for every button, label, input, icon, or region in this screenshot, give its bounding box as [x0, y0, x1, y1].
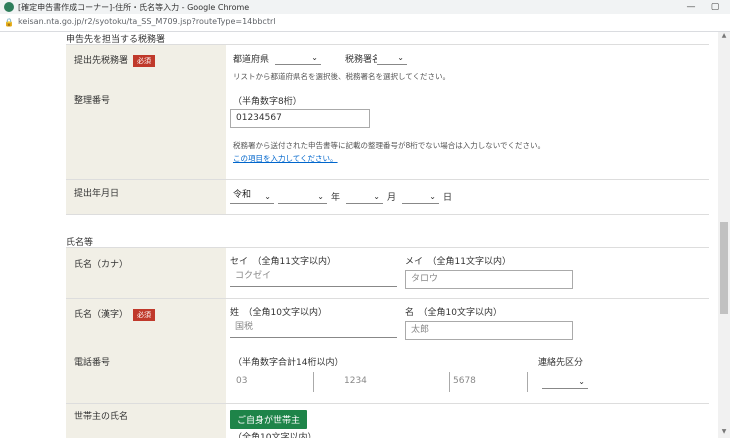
name-kanji-label: 氏名（漢字） 必須 [74, 307, 156, 321]
prefecture-select[interactable]: ⌄ [275, 48, 321, 65]
vertical-scrollbar[interactable]: ▲ ▼ [718, 32, 730, 438]
chevron-down-icon: ⌄ [264, 192, 271, 201]
phone-hint: （半角数字合計14桁以内） [233, 358, 344, 368]
label-column-tax-office: 提出先税務署 必須 整理番号 [66, 45, 226, 179]
ref-number-hint: （半角数字8桁） [233, 97, 302, 107]
sei-kana-input[interactable]: コクゼイ [230, 268, 397, 287]
chevron-down-icon: ⌄ [429, 192, 436, 201]
month-select[interactable]: ⌄ [346, 187, 383, 204]
divider [449, 372, 450, 392]
minimize-button[interactable]: — [680, 0, 702, 14]
prefecture-label: 都道府県 [233, 55, 270, 65]
phone3-input[interactable]: 5678 [453, 376, 476, 386]
label-column-date: 提出年月日 [66, 180, 226, 214]
scroll-down-icon[interactable]: ▼ [718, 428, 730, 438]
contact-type-select[interactable]: ⌄ [542, 372, 588, 389]
phone2-input[interactable]: 1234 [344, 376, 367, 386]
year-select[interactable]: ⌄ [278, 187, 327, 204]
required-badge: 必須 [133, 54, 156, 67]
chevron-down-icon: ⌄ [373, 192, 380, 201]
mei-label: 名 （全角10文字以内） [405, 308, 502, 318]
site-favicon-icon [4, 2, 14, 12]
chevron-down-icon: ⌄ [397, 53, 404, 62]
divider [66, 214, 709, 215]
chevron-down-icon: ⌄ [311, 53, 318, 62]
label-column-phone: 電話番号 [66, 349, 226, 403]
household-head-hint: （全角10文字以内） [233, 433, 317, 438]
lock-icon: 🔒 [4, 18, 14, 27]
tax-office-label: 提出先税務署 必須 [74, 53, 156, 67]
self-is-head-button[interactable]: ご自身が世帯主 [230, 410, 308, 429]
mei-kana-input[interactable]: タロウ [405, 270, 573, 289]
mei-kana-label: メイ （全角11文字以内） [405, 257, 511, 267]
ref-number-label: 整理番号 [74, 96, 111, 106]
required-badge: 必須 [133, 308, 156, 321]
tax-office-select[interactable]: ⌄ [377, 48, 407, 65]
name-kana-label: 氏名（カナ） [74, 260, 129, 270]
month-unit: 月 [387, 193, 397, 203]
ref-number-input[interactable]: 01234567 [230, 109, 370, 128]
chevron-down-icon: ⌄ [317, 192, 324, 201]
window-title: [確定申告書作成コーナー]-住所・氏名等入力 - Google Chrome [18, 2, 250, 12]
submit-date-label: 提出年月日 [74, 189, 120, 199]
label-column-kanji: 氏名（漢字） 必須 [66, 299, 226, 349]
divider [527, 372, 528, 392]
year-unit: 年 [331, 193, 341, 203]
era-select[interactable]: 令和 ⌄ [230, 187, 274, 204]
household-head-label: 世帯主の氏名 [74, 412, 129, 422]
contact-type-label: 連絡先区分 [538, 358, 584, 368]
chevron-down-icon: ⌄ [578, 377, 585, 386]
window-titlebar: [確定申告書作成コーナー]-住所・氏名等入力 - Google Chrome —… [0, 0, 730, 14]
tax-office-name-label: 税務署名 [345, 55, 382, 65]
day-select[interactable]: ⌄ [402, 187, 439, 204]
sei-label: 姓 （全角10文字以内） [230, 308, 327, 318]
scrollbar-thumb[interactable] [720, 222, 728, 314]
era-value: 令和 [233, 190, 252, 200]
phone-label: 電話番号 [74, 358, 111, 368]
ref-number-link[interactable]: この項目を入力してください。 [233, 153, 338, 164]
label-column-head: 世帯主の氏名 [66, 404, 226, 438]
divider [313, 372, 314, 392]
address-bar[interactable]: 🔒 keisan.nta.go.jp/r2/syotoku/ta_SS_M709… [0, 14, 730, 32]
sei-input[interactable]: 国税 [230, 319, 397, 338]
tax-office-hint: リストから都道府県名を選択後、税務署名を選択してください。 [233, 72, 451, 81]
address-url[interactable]: keisan.nta.go.jp/r2/syotoku/ta_SS_M709.j… [18, 17, 275, 26]
page-content: 申告先を担当する税務署 提出先税務署 必須 整理番号 都道府県 ⌄ 税務署名 ⌄ … [0, 32, 718, 438]
sei-kana-label: セイ （全角11文字以内） [230, 257, 336, 267]
mei-input[interactable]: 太郎 [405, 321, 573, 340]
phone1-input[interactable]: 03 [236, 376, 247, 386]
label-column-kana: 氏名（カナ） [66, 248, 226, 298]
scroll-up-icon[interactable]: ▲ [718, 32, 730, 42]
day-unit: 日 [443, 193, 453, 203]
ref-number-note: 税務署から送付された申告書等に記載の整理番号が8桁でない場合は入力しないでくださ… [233, 141, 546, 150]
maximize-button[interactable]: ▢ [704, 0, 726, 14]
